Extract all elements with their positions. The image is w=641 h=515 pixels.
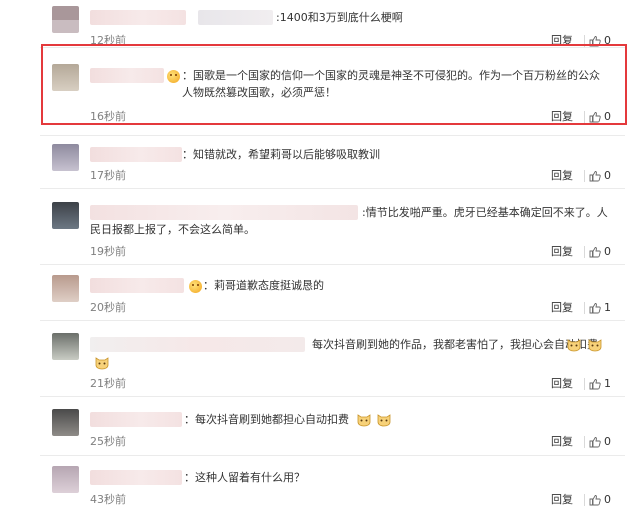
username-blurred[interactable] — [90, 470, 182, 485]
like-count: 1 — [604, 377, 611, 390]
comment-item: ：这种人留着有什么用？ 43秒前 回复 0 — [40, 456, 625, 512]
like-separator — [584, 436, 585, 448]
username-blurred[interactable] — [90, 278, 184, 293]
thumbs-up-icon[interactable] — [589, 170, 601, 182]
like-separator — [584, 170, 585, 182]
cat-face-icon — [357, 414, 371, 427]
avatar[interactable] — [52, 144, 79, 171]
avatar[interactable] — [52, 6, 79, 33]
reply-button[interactable]: 回复 — [551, 245, 573, 259]
comment-item: ：每次抖音刷到她都担心自动扣费 25秒前 回复 0 — [40, 397, 625, 451]
like-count: 0 — [604, 435, 611, 448]
cat-face-icon — [588, 339, 602, 352]
comment-text: :情节比发啪严重。虎牙已经基本确定回不来了。人民日报都上报了，不会这么简单。 — [90, 206, 608, 236]
like-separator — [584, 494, 585, 506]
comment-text: 每次抖音刷到她的作品，我都老害怕了，我担心会自动扣费 — [312, 338, 598, 351]
thumbs-up-icon[interactable] — [589, 378, 601, 390]
reply-button[interactable]: 回复 — [551, 377, 573, 391]
comment-item: :情节比发啪严重。虎牙已经基本确定回不来了。人民日报都上报了，不会这么简单。 1… — [40, 189, 625, 261]
like-separator — [584, 378, 585, 390]
username-blurred[interactable] — [90, 147, 182, 162]
cat-face-icon — [567, 339, 581, 352]
comment-time: 43秒前 — [90, 493, 126, 506]
comment-item: ：莉哥道歉态度挺诚恳的 20秒前 回复 1 — [40, 265, 625, 317]
username-blurred[interactable] — [90, 412, 182, 427]
comment-item: ：知错就改，希望莉哥以后能够吸取教训 17秒前 回复 0 — [40, 136, 625, 186]
username-blurred[interactable] — [90, 337, 305, 352]
like-count: 0 — [604, 169, 611, 182]
username-blurred-2 — [198, 10, 273, 25]
like-separator — [584, 302, 585, 314]
like-count: 0 — [604, 493, 611, 506]
comment-time: 17秒前 — [90, 169, 126, 182]
avatar[interactable] — [52, 409, 79, 436]
avatar[interactable] — [52, 466, 79, 493]
comment-text: ：每次抖音刷到她都担心自动扣费 — [184, 413, 349, 426]
cat-face-icon — [95, 357, 109, 370]
like-separator — [584, 246, 585, 258]
avatar[interactable] — [52, 202, 79, 229]
comment-item: :1400和3万到底什么梗啊 12秒前 回复 0 — [40, 0, 625, 47]
reply-button[interactable]: 回复 — [551, 435, 573, 449]
reply-button[interactable]: 回复 — [551, 301, 573, 315]
comment-text: ：莉哥道歉态度挺诚恳的 — [203, 279, 324, 292]
comment-time: 20秒前 — [90, 301, 126, 314]
thumbs-up-icon[interactable] — [589, 436, 601, 448]
avatar[interactable] — [52, 275, 79, 302]
comment-time: 21秒前 — [90, 377, 126, 390]
cat-face-icon — [377, 414, 391, 427]
smile-face-icon — [189, 280, 202, 293]
highlight-frame — [41, 44, 627, 125]
thumbs-up-icon[interactable] — [589, 494, 601, 506]
reply-button[interactable]: 回复 — [551, 169, 573, 183]
avatar[interactable] — [52, 333, 79, 360]
comment-time: 19秒前 — [90, 245, 126, 258]
comment-text: :1400和3万到底什么梗啊 — [276, 11, 403, 24]
thumbs-up-icon[interactable] — [589, 246, 601, 258]
comment-feed: :1400和3万到底什么梗啊 12秒前 回复 0 ：国歌是一个国家的信仰一个国家… — [0, 0, 641, 515]
reply-button[interactable]: 回复 — [551, 493, 573, 507]
comment-item: 每次抖音刷到她的作品，我都老害怕了，我担心会自动扣费 21秒前 回复 1 — [40, 321, 625, 393]
comment-text: ：这种人留着有什么用？ — [184, 471, 305, 484]
like-count: 1 — [604, 301, 611, 314]
comment-time: 25秒前 — [90, 435, 126, 448]
thumbs-up-icon[interactable] — [589, 302, 601, 314]
comment-text: ：知错就改，希望莉哥以后能够吸取教训 — [182, 148, 380, 161]
username-blurred[interactable] — [90, 10, 186, 25]
like-count: 0 — [604, 245, 611, 258]
